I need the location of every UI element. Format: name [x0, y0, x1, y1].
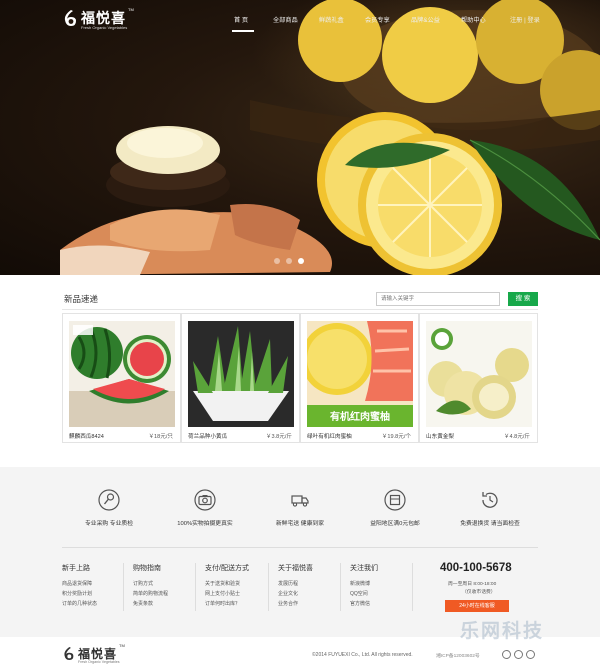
column-separator — [123, 563, 124, 611]
feature-label: 免费退换货 请当面检查 — [460, 521, 520, 527]
hero-image — [60, 0, 600, 275]
copyright-text: ©2014 FUYUEXI Co., Ltd. All rights reser… — [312, 652, 413, 658]
quality-icon — [98, 489, 120, 511]
feature-label: 专业采购 专业质检 — [85, 521, 133, 527]
footer-logo-subtitle: Fresh Organic Vegetables — [78, 660, 120, 664]
icp-license[interactable]: 湘ICP备12003602号 — [436, 652, 480, 659]
footer-logo[interactable]: 福悦喜 TM Fresh Organic Vegetables — [62, 643, 132, 667]
carousel-dot-2[interactable] — [286, 258, 292, 264]
footer-link[interactable]: 关于送货和验货 — [205, 579, 277, 589]
menu-item-all-products[interactable]: 全部商品 — [273, 15, 298, 24]
carousel-dot-3[interactable] — [298, 258, 304, 264]
feature-label: 100%实物拍摄更真实 — [177, 521, 233, 527]
product-card[interactable]: 山东黄金梨 ￥4.8元/斤 — [419, 313, 538, 443]
service-hours-note: （仅收市话费） — [462, 590, 496, 595]
return-icon — [482, 492, 498, 508]
search-button[interactable]: 搜 索 — [508, 292, 538, 306]
product-image-cucumber — [188, 321, 294, 427]
footer-logo-tm: TM — [119, 643, 125, 648]
product-image-watermelon — [69, 321, 175, 427]
online-service-button[interactable]: 24小时在线客服 — [445, 600, 509, 612]
column-separator — [412, 563, 413, 611]
wechat-icon[interactable] — [526, 650, 535, 659]
product-list: 麒麟西瓜8424 ￥18元/只 荷兰品种小黄瓜 ￥3.8元/斤 有机红肉蜜柚 绿… — [62, 313, 538, 443]
feature-delivery: 新鲜宅送 健康到家 — [255, 489, 345, 539]
menu-item-home[interactable]: 首 页 — [234, 15, 248, 24]
register-login-link[interactable]: 注册 | 登录 — [510, 15, 540, 24]
product-name[interactable]: 麒麟西瓜8424 — [69, 432, 104, 440]
footer-heading: 支付/配送方式 — [205, 565, 249, 572]
feature-returns: 免费退换货 请当面检查 — [445, 489, 535, 539]
menu-item-help[interactable]: 帮助中心 — [461, 15, 486, 24]
product-image-caption: 有机红肉蜜柚 — [330, 412, 390, 423]
footer-link[interactable]: 网上支付小贴士 — [205, 589, 277, 599]
logo-mark-icon — [64, 10, 76, 26]
watermark: 乐网科技 — [460, 621, 545, 642]
footer-column-payment: 支付/配送方式 关于送货和验货 网上支付小贴士 订单何时出库？ — [205, 563, 277, 609]
footer-link[interactable]: 订单何时出库？ — [205, 599, 277, 609]
logo[interactable]: 福悦喜 TM Fresh Organic Vegetables — [62, 7, 142, 33]
product-card[interactable]: 荷兰品种小黄瓜 ￥3.8元/斤 — [181, 313, 300, 443]
feature-quality: 专业采购 专业质检 — [64, 489, 154, 539]
logo-tm: TM — [128, 7, 134, 12]
product-price: ￥4.8元/斤 — [503, 434, 530, 440]
product-image-pear — [426, 321, 532, 427]
weibo-icon[interactable] — [502, 650, 511, 659]
product-name[interactable]: 荷兰品种小黄瓜 — [188, 432, 227, 440]
hotline-number: 400-100-5678 — [440, 562, 512, 574]
logo-subtitle: Fresh Organic Vegetables — [81, 25, 128, 30]
feature-label: 益阳地区满0元包邮 — [370, 521, 420, 527]
search-input[interactable] — [376, 292, 500, 306]
service-hours: 周一至周日 8:00-18:00 — [448, 582, 497, 587]
column-separator — [195, 563, 196, 611]
product-price: ￥3.8元/斤 — [265, 434, 292, 440]
menu-item-brand[interactable]: 品牌&公益 — [411, 15, 440, 24]
menu-item-member[interactable]: 会员专享 — [365, 15, 390, 24]
menu-item-gift-boxes[interactable]: 鲜蔬礼盒 — [319, 15, 344, 24]
carousel-dots — [270, 258, 330, 266]
product-name[interactable]: 绿叶有机红肉蜜柚 — [307, 432, 352, 440]
camera-icon — [194, 489, 216, 511]
product-card[interactable]: 有机红肉蜜柚 绿叶有机红肉蜜柚 ￥19.8元/个 — [300, 313, 419, 443]
top-navigation: 福悦喜 TM Fresh Organic Vegetables 首 页 全部商品… — [0, 0, 600, 36]
qq-icon[interactable] — [514, 650, 523, 659]
section-divider — [62, 309, 538, 310]
feature-free-shipping: 益阳地区满0元包邮 — [350, 489, 440, 539]
column-separator — [268, 563, 269, 611]
product-name[interactable]: 山东黄金梨 — [426, 432, 454, 440]
feature-label: 新鲜宅送 健康到家 — [276, 521, 324, 527]
active-menu-underline — [232, 30, 254, 32]
product-card[interactable]: 麒麟西瓜8424 ￥18元/只 — [62, 313, 181, 443]
truck-icon — [291, 495, 309, 507]
logo-mark-icon — [64, 647, 74, 660]
product-price: ￥18元/只 — [148, 434, 173, 440]
package-icon — [384, 489, 406, 511]
product-price: ￥19.8元/个 — [381, 434, 411, 440]
hero-banner[interactable]: 福悦喜 TM Fresh Organic Vegetables 首 页 全部商品… — [0, 0, 600, 275]
section-title-new-products: 新品速递 — [64, 294, 99, 304]
footer-divider — [62, 547, 538, 548]
column-separator — [340, 563, 341, 611]
carousel-dot-1[interactable] — [274, 258, 280, 264]
feature-photos: 100%实物拍摄更真实 — [160, 489, 250, 539]
